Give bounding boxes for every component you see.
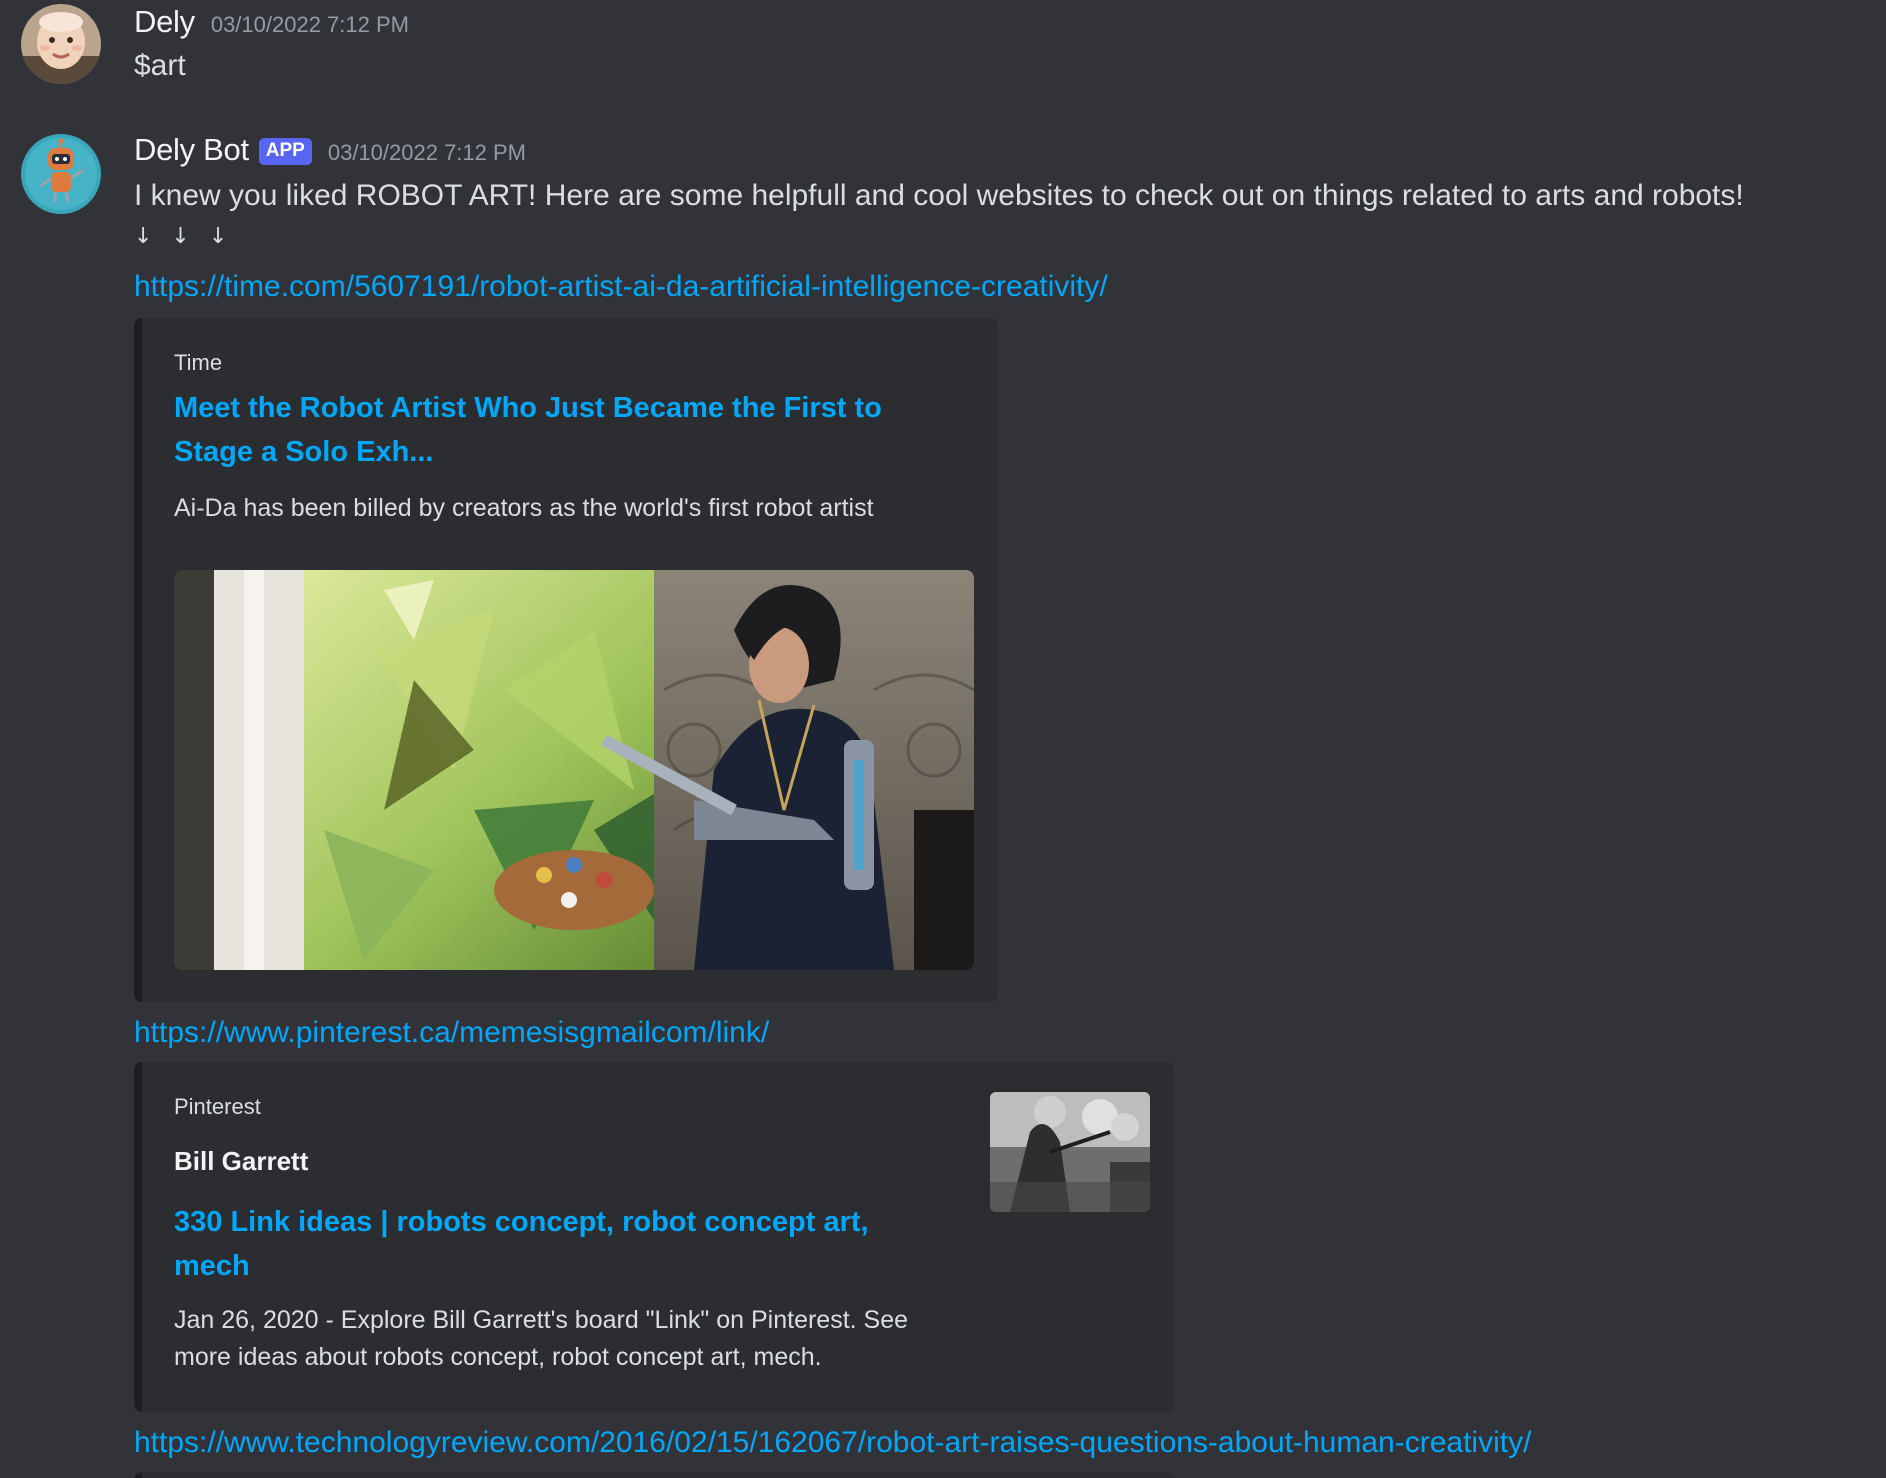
pinterest-thumbnail[interactable] (990, 1092, 1150, 1212)
embed-title-link[interactable]: Meet the Robot Artist Who Just Became th… (174, 386, 882, 474)
message-header: Dely 03/10/2022 7:12 PM (134, 4, 409, 40)
embed-title-link[interactable]: 330 Link ideas | robots concept, robot c… (174, 1200, 869, 1288)
embed-title-line2: mech (174, 1250, 250, 1282)
username[interactable]: Dely (134, 4, 195, 40)
embed-author[interactable]: Bill Garrett (174, 1146, 308, 1177)
message-user: Dely 03/10/2022 7:12 PM $art (0, 0, 1886, 110)
time-link[interactable]: https://time.com/5607191/robot-artist-ai… (134, 270, 1108, 304)
pinterest-thumbnail-image (990, 1092, 1150, 1212)
app-badge: APP (258, 138, 312, 165)
embed-description: Ai-Da has been billed by creators as the… (174, 494, 874, 522)
down-arrows-emoji: ↓ ↓ ↓ (134, 224, 234, 249)
embed-description: Jan 26, 2020 - Explore Bill Garrett's bo… (174, 1302, 908, 1376)
embed-title-line1: Meet the Robot Artist Who Just Became th… (174, 392, 882, 424)
time-embed: Time Meet the Robot Artist Who Just Beca… (134, 318, 998, 1002)
timestamp[interactable]: 03/10/2022 7:12 PM (211, 12, 409, 38)
message-content: I knew you liked ROBOT ART! Here are som… (134, 179, 1744, 212)
message-content: $art (134, 49, 186, 82)
embed-title-line2: Stage a Solo Exh... (174, 436, 434, 468)
embed-provider[interactable]: Time (174, 350, 222, 376)
user-avatar-image (21, 4, 101, 84)
message-bot: Dely Bot APP 03/10/2022 7:12 PM I knew y… (0, 130, 1886, 1478)
message-header: Dely Bot APP 03/10/2022 7:12 PM (134, 132, 526, 169)
embed-description-line2: more ideas about robots concept, robot c… (174, 1343, 822, 1371)
chat-messages: Dely 03/10/2022 7:12 PM $art Dely Bot AP… (0, 0, 1886, 1478)
technologyreview-link[interactable]: https://www.technologyreview.com/2016/02… (134, 1426, 1531, 1460)
robot-artist-image (174, 570, 974, 970)
bot-avatar-image (21, 134, 101, 214)
username[interactable]: Dely Bot (134, 132, 249, 168)
embed-title-line1: 330 Link ideas | robots concept, robot c… (174, 1206, 869, 1238)
technologyreview-embed-partial (134, 1472, 1174, 1478)
timestamp[interactable]: 03/10/2022 7:12 PM (328, 140, 526, 166)
robot-artist-photo[interactable] (174, 570, 974, 970)
embed-provider[interactable]: Pinterest (174, 1094, 261, 1120)
bot-avatar[interactable] (21, 134, 101, 214)
user-avatar[interactable] (21, 4, 101, 84)
pinterest-embed: Pinterest Bill Garrett 330 Link ideas | … (134, 1062, 1174, 1412)
pinterest-link[interactable]: https://www.pinterest.ca/memesisgmailcom… (134, 1016, 769, 1050)
embed-description-line1: Jan 26, 2020 - Explore Bill Garrett's bo… (174, 1306, 909, 1334)
